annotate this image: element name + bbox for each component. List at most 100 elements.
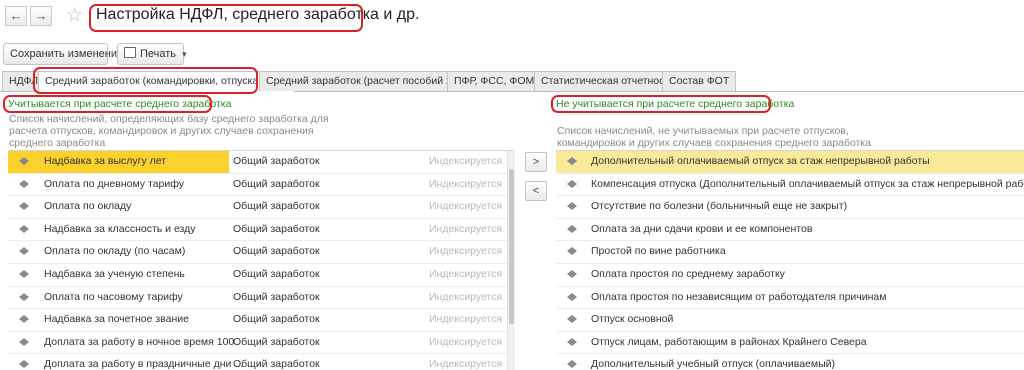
- list-item[interactable]: Оплата по часовому тарифу Общий заработо…: [8, 287, 514, 310]
- list-item[interactable]: Компенсация отпуска (Дополнительный опла…: [556, 174, 1024, 197]
- accrual-name: Компенсация отпуска (Дополнительный опла…: [591, 177, 1024, 190]
- tab-statistics[interactable]: Статистическая отчетность: [534, 71, 682, 91]
- accrual-icon: [567, 360, 577, 369]
- accrual-indexed: Индексируется: [429, 267, 503, 280]
- accrual-icon: [19, 224, 29, 233]
- accrual-name: Надбавка за классность и езду: [44, 222, 196, 235]
- tab-bar: НДФЛ Средний заработок (командировки, от…: [0, 71, 1024, 92]
- list-item[interactable]: Надбавка за ученую степень Общий заработ…: [8, 264, 514, 287]
- accrual-group: Общий заработок: [233, 290, 320, 303]
- accrual-name: Надбавка за почетное звание: [44, 313, 189, 326]
- accrual-icon: [19, 292, 29, 301]
- left-scrollbar-thumb[interactable]: [509, 169, 514, 324]
- accrual-name: Надбавка за ученую степень: [44, 267, 185, 280]
- accrual-icon: [567, 202, 577, 211]
- accrual-group: Общий заработок: [233, 177, 320, 190]
- accrual-icon: [19, 360, 29, 369]
- accrual-indexed: Индексируется: [429, 155, 503, 167]
- list-item[interactable]: Дополнительный учебный отпуск (оплачивае…: [556, 354, 1024, 370]
- tab-average-earnings[interactable]: Средний заработок (командировки, отпуска…: [38, 71, 296, 92]
- accrual-name: Оплата по часовому тарифу: [44, 290, 183, 303]
- page-title: Настройка НДФЛ, среднего заработка и др.: [96, 6, 420, 23]
- right-description: Список начислений, не учитываемых при ра…: [557, 125, 872, 149]
- left-description: Список начислений, определяющих базу сре…: [9, 113, 329, 149]
- accrual-name: Оплата за дни сдачи крови и ее компонент…: [591, 222, 813, 235]
- arrow-right-icon: →: [34, 8, 48, 23]
- accrual-name: Простой по вине работника: [591, 245, 726, 258]
- accrual-name: Оплата по окладу (по часам): [44, 245, 186, 258]
- list-item[interactable]: Простой по вине работника: [556, 241, 1024, 264]
- included-accruals-list: Надбавка за выслугу лет Общий заработок …: [8, 150, 514, 370]
- list-item[interactable]: Дополнительный оплачиваемый отпуск за ст…: [556, 151, 1024, 174]
- left-group-title: Учитывается при расчете среднего заработ…: [8, 98, 232, 110]
- list-item[interactable]: Отпуск лицам, работающим в районах Крайн…: [556, 332, 1024, 355]
- list-item[interactable]: Надбавка за классность и езду Общий зара…: [8, 219, 514, 242]
- list-item[interactable]: Доплата за работу в праздничные дни ... …: [8, 354, 514, 370]
- print-button[interactable]: Печать ▾: [117, 43, 187, 65]
- accrual-icon: [567, 315, 577, 324]
- accrual-group: Общий заработок: [233, 335, 320, 348]
- accrual-icon: [19, 315, 29, 324]
- right-group-title: Не учитывается при расчете среднего зара…: [556, 98, 795, 110]
- save-button[interactable]: Сохранить изменения: [3, 43, 123, 65]
- accrual-indexed: Индексируется: [429, 313, 503, 326]
- list-item[interactable]: Доплата за работу в ночное время 100 Общ…: [8, 332, 514, 355]
- accrual-name: Дополнительный учебный отпуск (оплачивае…: [591, 358, 836, 370]
- printer-icon: [124, 47, 136, 58]
- accrual-indexed: Индексируется: [429, 222, 503, 235]
- list-item[interactable]: Отпуск основной: [556, 309, 1024, 332]
- accrual-icon: [567, 337, 577, 346]
- left-scrollbar[interactable]: [507, 151, 515, 370]
- accrual-group: Общий заработок: [233, 358, 320, 370]
- accrual-name: Оплата простоя по независящим от работод…: [591, 290, 887, 303]
- accrual-name: Надбавка за выслугу лет: [44, 155, 167, 167]
- accrual-indexed: Индексируется: [429, 358, 503, 370]
- list-item[interactable]: Отсутствие по болезни (больничный еще не…: [556, 196, 1024, 219]
- accrual-group: Общий заработок: [233, 155, 320, 167]
- accrual-indexed: Индексируется: [429, 200, 503, 213]
- list-item[interactable]: Оплата простоя по среднему заработку: [556, 264, 1024, 287]
- accrual-icon: [567, 247, 577, 256]
- list-item[interactable]: Надбавка за выслугу лет Общий заработок …: [8, 151, 514, 174]
- accrual-icon: [19, 202, 29, 211]
- star-icon[interactable]: ☆: [66, 4, 83, 27]
- accrual-name: Доплата за работу в ночное время 100: [44, 335, 235, 348]
- accrual-group: Общий заработок: [233, 313, 320, 326]
- accrual-name: Оплата по дневному тарифу: [44, 177, 184, 190]
- accrual-icon: [567, 269, 577, 278]
- move-left-button[interactable]: <: [525, 181, 547, 201]
- accrual-group: Общий заработок: [233, 200, 320, 213]
- print-button-label: Печать: [140, 48, 177, 60]
- accrual-icon: [19, 247, 29, 256]
- forward-button[interactable]: →: [30, 6, 52, 26]
- accrual-name: Отпуск лицам, работающим в районах Крайн…: [591, 335, 867, 348]
- accrual-name: Доплата за работу в праздничные дни ...: [44, 358, 244, 370]
- accrual-icon: [567, 292, 577, 301]
- accrual-icon: [567, 179, 577, 188]
- list-item[interactable]: Оплата по окладу Общий заработок Индекси…: [8, 196, 514, 219]
- accrual-group: Общий заработок: [233, 267, 320, 280]
- back-button[interactable]: ←: [5, 6, 27, 26]
- list-item[interactable]: Надбавка за почетное звание Общий зарабо…: [8, 309, 514, 332]
- accrual-icon: [19, 179, 29, 188]
- accrual-group: Общий заработок: [233, 222, 320, 235]
- accrual-indexed: Индексируется: [429, 245, 503, 258]
- accrual-icon: [567, 224, 577, 233]
- accrual-group: Общий заработок: [233, 245, 320, 258]
- accrual-icon: [19, 157, 29, 165]
- accrual-name: Оплата простоя по среднему заработку: [591, 267, 785, 280]
- excluded-accruals-list: Дополнительный оплачиваемый отпуск за ст…: [556, 150, 1024, 370]
- list-item[interactable]: Оплата по окладу (по часам) Общий зарабо…: [8, 241, 514, 264]
- move-right-button[interactable]: >: [525, 152, 547, 172]
- accrual-indexed: Индексируется: [429, 177, 503, 190]
- accrual-icon: [567, 157, 577, 165]
- list-item[interactable]: Оплата по дневному тарифу Общий заработо…: [8, 174, 514, 197]
- accrual-name: Отсутствие по болезни (больничный еще не…: [591, 200, 848, 213]
- tab-fot[interactable]: Состав ФОТ: [662, 71, 737, 91]
- accrual-icon: [19, 269, 29, 278]
- accrual-icon: [19, 337, 29, 346]
- accrual-name: Оплата по окладу: [44, 200, 132, 213]
- list-item[interactable]: Оплата простоя по независящим от работод…: [556, 287, 1024, 310]
- list-item[interactable]: Оплата за дни сдачи крови и ее компонент…: [556, 219, 1024, 242]
- arrow-left-icon: ←: [9, 8, 23, 23]
